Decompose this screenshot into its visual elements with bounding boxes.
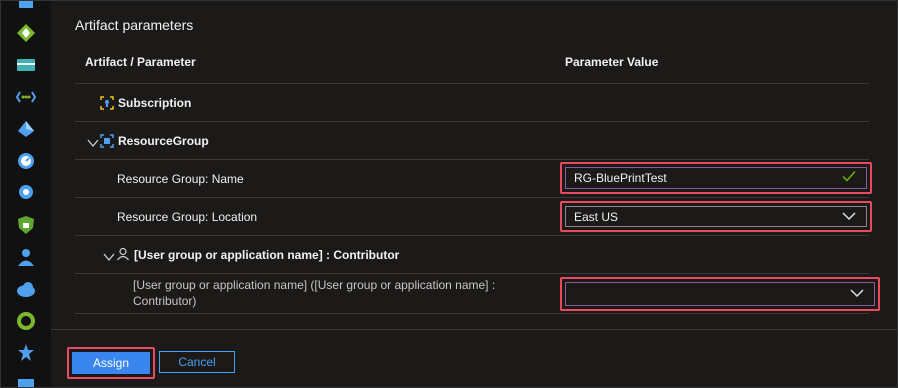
- artifact-parameters-panel: Artifact parameters Artifact / Parameter…: [51, 1, 897, 387]
- rg-name-label: Resource Group: Name: [117, 172, 244, 186]
- divider: [75, 235, 869, 236]
- function-app-icon[interactable]: [16, 23, 36, 43]
- chevron-down-icon[interactable]: [842, 210, 856, 224]
- divider: [75, 83, 869, 84]
- contributor-dropdown[interactable]: [565, 282, 875, 306]
- subscription-icon: [100, 96, 114, 115]
- contributor-highlight: [560, 277, 880, 311]
- contributor-param-label: [User group or application name] ([User …: [133, 278, 496, 308]
- sql-icon[interactable]: [16, 119, 36, 139]
- column-header-artifact: Artifact / Parameter: [85, 55, 196, 69]
- contributor-group-label: [User group or application name] : Contr…: [134, 248, 400, 262]
- assign-highlight: Assign: [67, 347, 155, 379]
- column-header-value: Parameter Value: [565, 55, 659, 69]
- rg-location-label: Resource Group: Location: [117, 210, 258, 224]
- person-icon: [116, 247, 130, 266]
- checkmark-icon: [842, 171, 856, 186]
- divider: [75, 121, 869, 122]
- chevron-down-icon[interactable]: [850, 287, 864, 301]
- divider: [75, 313, 869, 314]
- resource-group-icon: [100, 134, 114, 153]
- vm-icon[interactable]: [16, 1, 36, 15]
- advisor-icon[interactable]: [16, 343, 36, 363]
- virtual-network-icon[interactable]: [16, 87, 36, 107]
- more-services-icon[interactable]: [16, 375, 36, 387]
- resource-group-label: ResourceGroup: [118, 134, 209, 148]
- security-center-icon[interactable]: [16, 215, 36, 235]
- chevron-down-icon[interactable]: [103, 249, 115, 267]
- cloud-services-icon[interactable]: [16, 183, 36, 203]
- subscription-label: Subscription: [118, 96, 192, 110]
- chevron-down-icon[interactable]: [87, 135, 99, 153]
- cloud-upload-icon[interactable]: [16, 279, 36, 299]
- divider: [75, 159, 869, 160]
- panel-title: Artifact parameters: [75, 17, 194, 33]
- storage-icon[interactable]: [16, 55, 36, 75]
- monitor-icon[interactable]: [16, 151, 36, 171]
- app-frame: Artifact parameters Artifact / Parameter…: [0, 0, 898, 388]
- cost-management-icon[interactable]: [16, 311, 36, 331]
- rg-name-value: RG-BluePrintTest: [574, 171, 667, 185]
- rg-name-input[interactable]: RG-BluePrintTest: [565, 167, 867, 189]
- cancel-button[interactable]: Cancel: [159, 351, 235, 373]
- footer-divider: [51, 329, 897, 330]
- divider: [75, 273, 869, 274]
- rg-location-dropdown[interactable]: East US: [565, 206, 867, 227]
- assign-button[interactable]: Assign: [72, 352, 150, 374]
- rg-name-highlight: RG-BluePrintTest: [560, 162, 872, 194]
- divider: [75, 197, 869, 198]
- rg-location-highlight: East US: [560, 201, 872, 232]
- user-icon[interactable]: [16, 247, 36, 267]
- rg-location-value: East US: [574, 209, 619, 224]
- left-nav: [1, 1, 51, 387]
